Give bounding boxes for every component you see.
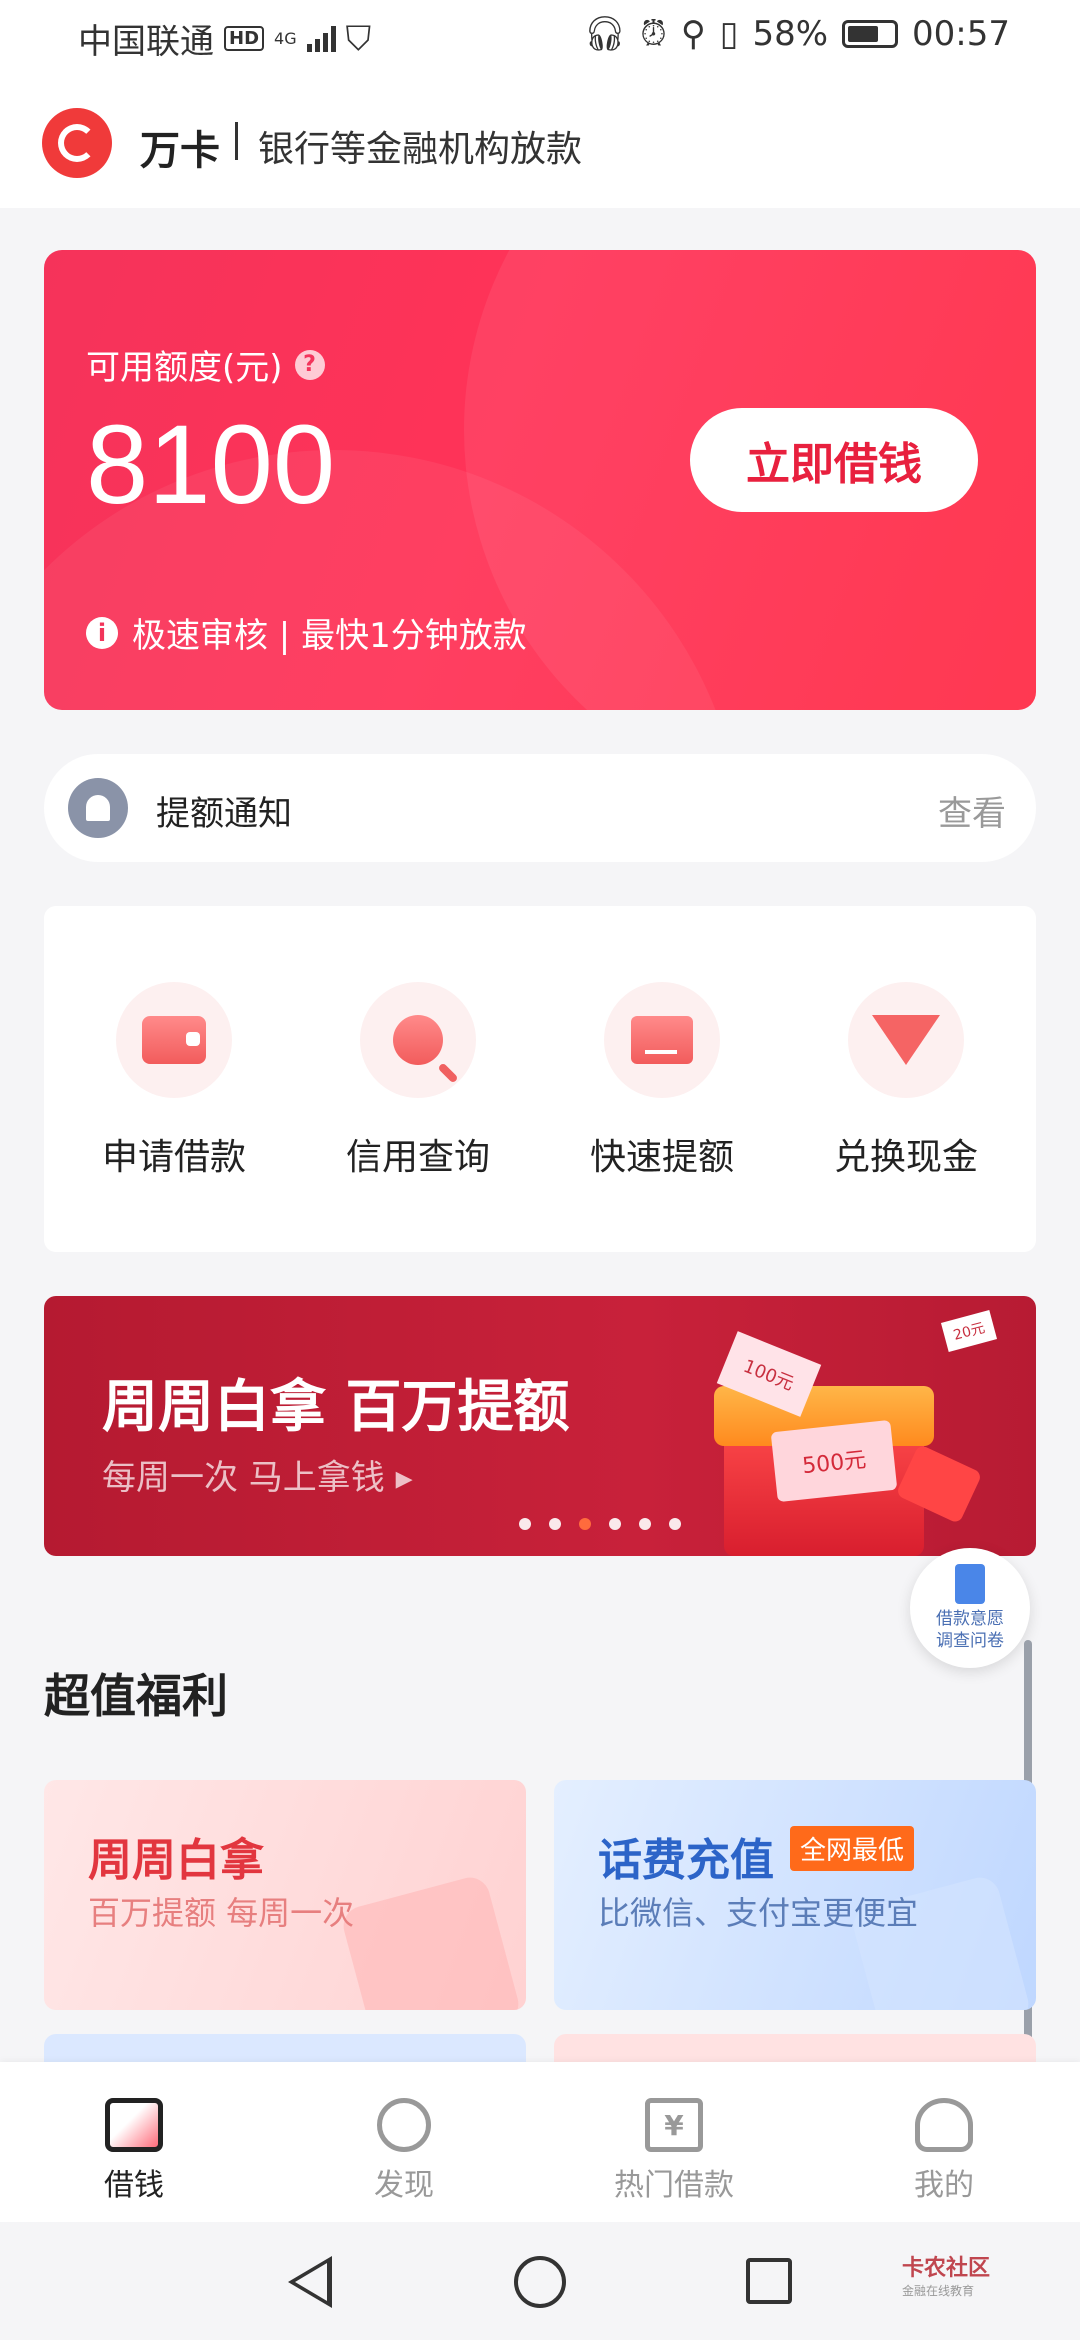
tab-label: 发现 [374,2168,434,2203]
gem-icon [872,1015,940,1065]
survey-line1: 借款意愿 [936,1609,1004,1629]
hd-badge: HD [224,26,265,51]
app-logo [42,108,112,178]
action-icon-bg [116,982,232,1098]
survey-line2: 调查问卷 [936,1631,1004,1651]
carousel-dot[interactable] [669,1518,681,1530]
brand-name: 万卡 [140,128,220,174]
watermark-title: 卡农社区 [902,2256,991,2281]
tab-label: 热门借款 [614,2168,734,2203]
carousel-dot-active[interactable] [579,1518,591,1530]
app-header: 万卡 银行等金融机构放款 [0,78,1080,208]
promo-banner[interactable]: 周周白拿 百万提额 每周一次 马上拿钱 ▸ 500元 100元 20元 [44,1296,1036,1556]
action-icon-bg [360,982,476,1098]
alarm-icon: ⏰︎ [640,14,667,54]
home-icon[interactable] [514,2256,566,2308]
status-bar: 中国联通 HD 4G ⛉ 🎧︎ ⏰︎ ⚲ ▯ 58% 00:57 [0,0,1080,78]
battery-percent: 58% [752,14,829,54]
quota-label: 可用额度(元) ? [86,340,325,389]
section-title: 超值福利 [44,1669,228,1723]
gift-icon [339,1873,523,2010]
card-title: 话费充值 [598,1835,774,1886]
battery-icon [842,20,899,48]
watermark-sub: 金融在线教育 [902,2284,975,2298]
carousel-dot[interactable] [609,1518,621,1530]
card-badge: 全网最低 [790,1826,915,1871]
bottom-tab-bar: 借钱 发现 ¥ 热门借款 我的 [0,2062,1080,2222]
card-title: 周周白拿 [88,1835,264,1886]
available-amount: 8100 [86,402,336,527]
search-icon [393,1015,443,1065]
wallet-icon [105,2098,163,2152]
raise-icon [631,1016,693,1064]
recent-apps-icon[interactable] [746,2258,792,2304]
action-label: 申请借款 [101,1137,246,1178]
action-icon-bg [604,982,720,1098]
action-credit-check[interactable]: 信用查询 [318,982,518,1180]
compass-icon [377,2098,431,2152]
carousel-dots [44,1518,1036,1530]
hero-note: i 极速审核 | 最快1分钟放款 [86,608,527,657]
help-icon[interactable]: ? [294,349,325,380]
tab-hot-loans[interactable]: ¥ 热门借款 [604,2098,744,2204]
yen-icon: ¥ [645,2098,703,2152]
action-label: 信用查询 [345,1137,490,1178]
card-subtitle: 百万提额 每周一次 [88,1894,355,1932]
carousel-dot[interactable] [549,1518,561,1530]
brand-slogan: 银行等金融机构放款 [258,129,583,170]
clipboard-icon [955,1564,985,1604]
tab-discover[interactable]: 发现 [334,2098,474,2204]
carousel-dot[interactable] [639,1518,651,1530]
info-icon: i [86,616,118,649]
tab-borrow[interactable]: 借钱 [64,2098,204,2204]
carousel-dot[interactable] [519,1518,531,1530]
action-redeem-cash[interactable]: 兑换现金 [806,982,1006,1180]
action-label: 快速提额 [589,1137,734,1178]
wallet-icon [142,1016,206,1064]
brand-divider [235,122,238,160]
back-icon-inner [295,2263,327,2301]
banner-title: 周周白拿 百万提额 [102,1375,570,1440]
tab-mine[interactable]: 我的 [874,2098,1014,2204]
credit-card-panel: 可用额度(元) ? 8100 立即借钱 i 极速审核 | 最快1分钟放款 [44,250,1036,710]
tab-label: 我的 [914,2168,974,2203]
system-nav-bar: 卡农社区 金融在线教育 [0,2222,1080,2340]
notice-text: 提额通知 [156,794,292,834]
action-label: 兑换现金 [833,1137,978,1178]
headphone-icon: 🎧︎ [583,14,627,54]
coupon-chip: 20元 [940,1310,998,1352]
action-raise-limit[interactable]: 快速提额 [562,982,762,1180]
status-left: 中国联通 HD 4G ⛉ [78,14,371,63]
shield-icon: ⛉ [345,18,372,59]
location-icon: ⚲ [680,14,706,54]
user-icon [915,2098,973,2152]
network-type: 4G [274,29,297,48]
signal-icon [306,25,336,52]
tab-label: 借钱 [104,2168,164,2203]
carrier-name: 中国联通 [78,22,214,62]
benefit-card-weekly[interactable]: 周周白拿 百万提额 每周一次 [44,1780,526,2010]
action-apply-loan[interactable]: 申请借款 [74,982,274,1180]
benefit-card-topup[interactable]: 话费充值 全网最低 比微信、支付宝更便宜 [554,1780,1036,2010]
status-right: 🎧︎ ⏰︎ ⚲ ▯ 58% 00:57 [583,14,1010,54]
survey-float-button[interactable]: 借款意愿 调查问卷 [910,1548,1030,1668]
bell-icon [68,778,128,838]
borrow-now-button[interactable]: 立即借钱 [690,408,978,512]
coupon-ticket: 500元 [770,1419,898,1503]
action-icon-bg [848,982,964,1098]
card-subtitle: 比微信、支付宝更便宜 [598,1894,919,1932]
quick-actions: 申请借款 信用查询 快速提额 兑换现金 [44,906,1036,1252]
quota-label-text: 可用额度(元) [86,348,283,388]
limit-notice-bar[interactable]: 提额通知 查看 [44,754,1036,862]
notice-view-link[interactable]: 查看 [938,786,1006,835]
watermark: 卡农社区 金融在线教育 [902,2250,990,2299]
banner-subtitle: 每周一次 马上拿钱 ▸ [102,1458,413,1498]
clock: 00:57 [912,14,1010,54]
vibrate-icon: ▯ [719,14,739,54]
hero-note-text: 极速审核 | 最快1分钟放款 [132,616,527,656]
